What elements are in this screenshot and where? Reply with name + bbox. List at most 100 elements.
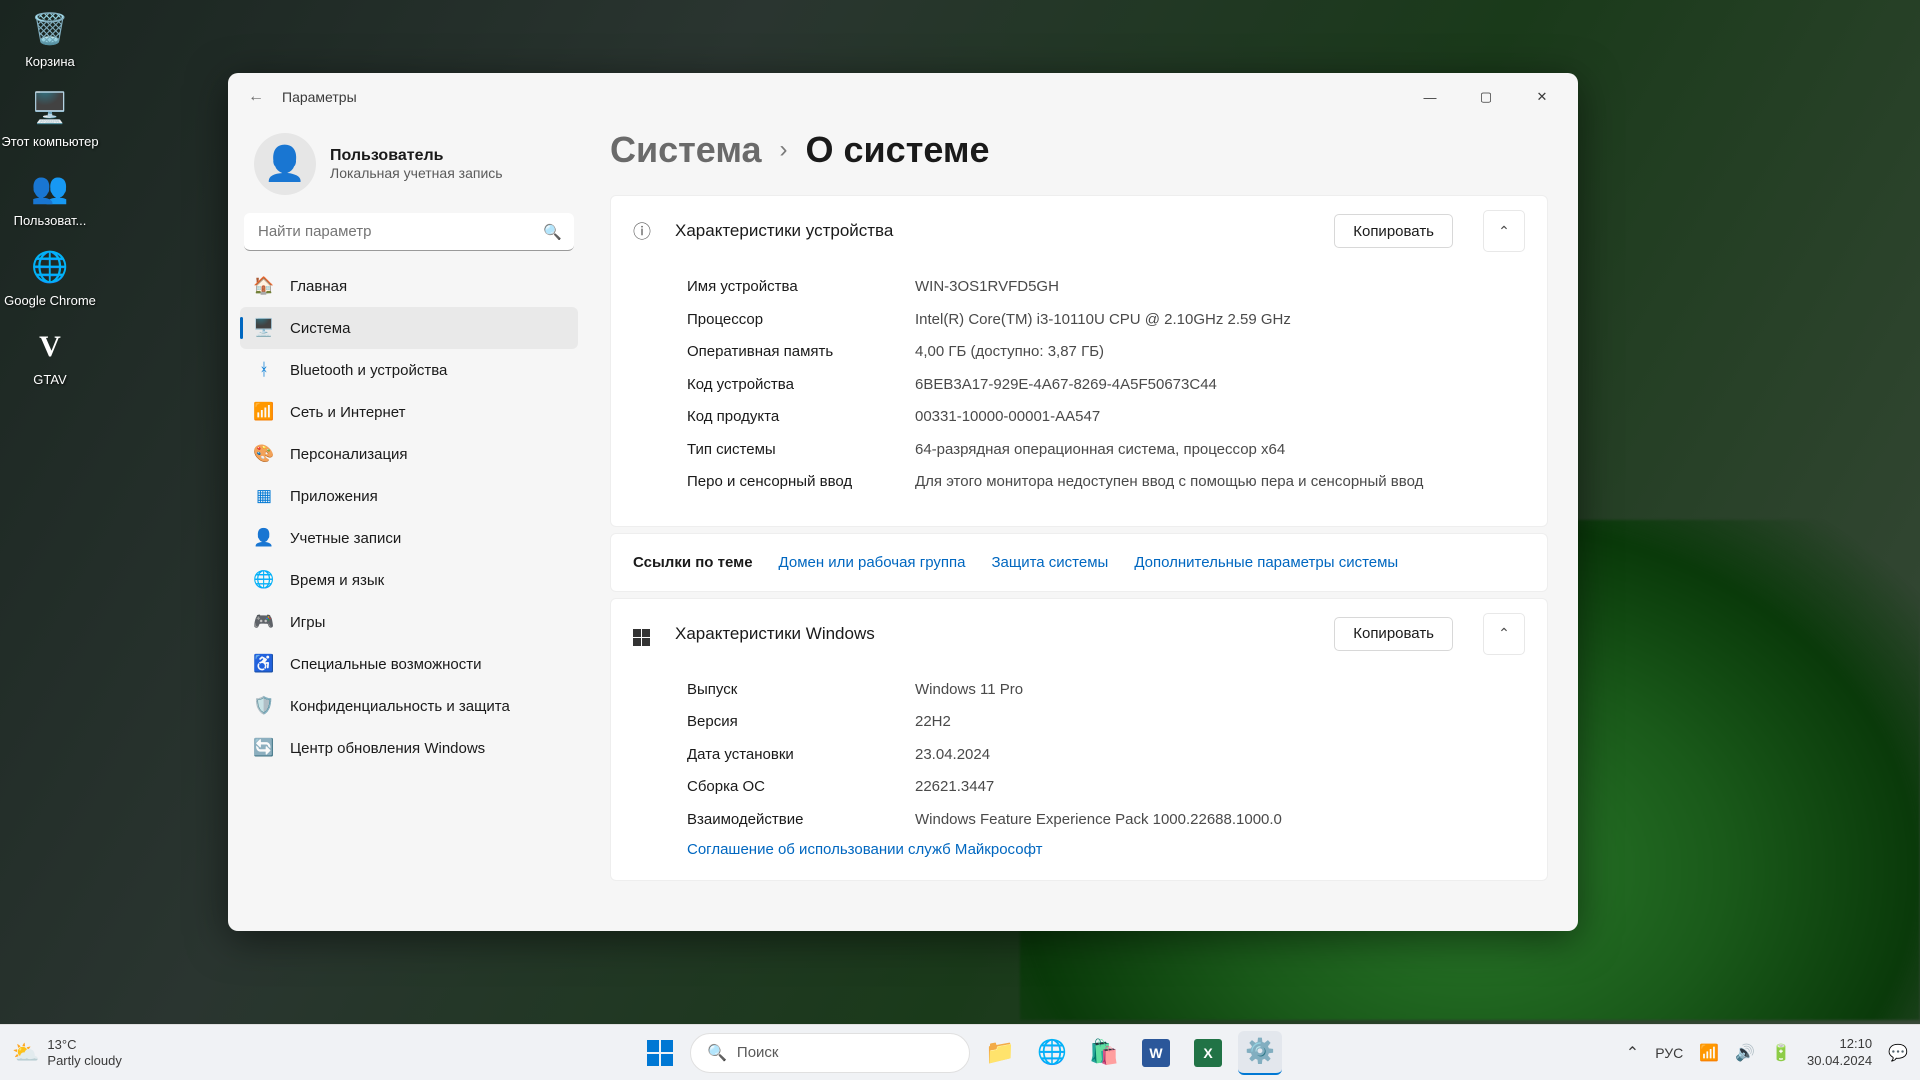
volume-icon[interactable]: 🔊 xyxy=(1735,1043,1755,1063)
sidebar: 👤 Пользователь Локальная учетная запись … xyxy=(228,121,590,931)
desktop-gtav[interactable]: VGTAV xyxy=(0,326,100,388)
nav-personalization[interactable]: 🎨Персонализация xyxy=(240,433,578,475)
desktop-users[interactable]: 👥Пользоват... xyxy=(0,167,100,229)
wifi-icon[interactable]: 📶 xyxy=(1699,1043,1719,1063)
nav-time-lang[interactable]: 🌐Время и язык xyxy=(240,559,578,601)
taskbar-chrome[interactable]: 🌐 xyxy=(1030,1031,1074,1075)
breadcrumb-parent[interactable]: Система xyxy=(610,129,762,171)
desktop-chrome[interactable]: 🌐Google Chrome xyxy=(0,247,100,309)
system-icon: 🖥️ xyxy=(254,318,274,338)
taskbar-search[interactable]: 🔍Поиск xyxy=(690,1033,970,1073)
chevron-up-icon[interactable]: ⌃ xyxy=(1483,613,1525,655)
settings-window: ← Параметры — ▢ ✕ 👤 Пользователь Локальн… xyxy=(228,73,1578,931)
copy-device-button[interactable]: Копировать xyxy=(1334,214,1453,248)
accounts-icon: 👤 xyxy=(254,528,274,548)
weather-temp: 13°C xyxy=(47,1037,121,1053)
spec-row: Тип системы64-разрядная операционная сис… xyxy=(687,439,1525,462)
tray-chevron-icon[interactable]: ⌃ xyxy=(1626,1043,1639,1063)
clock-date: 30.04.2024 xyxy=(1807,1053,1872,1069)
related-links-label: Ссылки по теме xyxy=(633,554,753,571)
link-domain[interactable]: Домен или рабочая группа xyxy=(779,554,966,571)
nav-system[interactable]: 🖥️Система xyxy=(240,307,578,349)
nav-label: Главная xyxy=(290,278,347,295)
card-title: Характеристики устройства xyxy=(675,221,1314,241)
card-title: Характеристики Windows xyxy=(675,624,1314,644)
search-icon: 🔍 xyxy=(543,223,562,241)
close-button[interactable]: ✕ xyxy=(1514,73,1570,121)
spec-value: 22621.3447 xyxy=(915,776,1525,799)
spec-row: Версия22H2 xyxy=(687,711,1525,734)
start-button[interactable] xyxy=(638,1031,682,1075)
desktop-recycle-bin[interactable]: 🗑️ Корзина xyxy=(0,8,100,70)
notifications-icon[interactable]: 💬 xyxy=(1888,1043,1908,1063)
gtav-icon: V xyxy=(29,326,71,368)
spec-row: ПроцессорIntel(R) Core(TM) i3-10110U CPU… xyxy=(687,309,1525,332)
spec-row: Оперативная память4,00 ГБ (доступно: 3,8… xyxy=(687,341,1525,364)
weather-desc: Partly cloudy xyxy=(47,1053,121,1069)
users-folder-icon: 👥 xyxy=(29,167,71,209)
spec-value: 00331-10000-00001-AA547 xyxy=(915,406,1525,429)
spec-row: Сборка ОС22621.3447 xyxy=(687,776,1525,799)
spec-key: Код устройства xyxy=(687,374,915,397)
ms-agreement-link[interactable]: Соглашение об использовании служб Майкро… xyxy=(687,841,1525,858)
nav-label: Учетные записи xyxy=(290,530,401,547)
wifi-icon: 📶 xyxy=(254,402,274,422)
pc-icon: 🖥️ xyxy=(29,88,71,130)
spec-key: Оперативная память xyxy=(687,341,915,364)
spec-value: Windows Feature Experience Pack 1000.226… xyxy=(915,809,1525,832)
nav-gaming[interactable]: 🎮 Игры xyxy=(240,601,578,643)
desktop-label: Корзина xyxy=(0,54,100,70)
copy-windows-button[interactable]: Копировать xyxy=(1334,617,1453,651)
link-system-protection[interactable]: Защита системы xyxy=(991,554,1108,571)
nav-privacy[interactable]: 🛡️ Конфиденциальность и защита xyxy=(240,685,578,727)
clock[interactable]: 12:1030.04.2024 xyxy=(1807,1036,1872,1069)
windows-icon xyxy=(633,621,655,646)
nav-label: Время и язык xyxy=(290,572,384,589)
nav-accounts[interactable]: 👤 Учетные записи xyxy=(240,517,578,559)
battery-icon[interactable]: 🔋 xyxy=(1771,1043,1791,1063)
nav-windows-update[interactable]: 🔄Центр обновления Windows xyxy=(240,727,578,769)
desktop-label: Этот компьютер xyxy=(0,134,100,150)
taskbar-explorer[interactable]: 📁 xyxy=(978,1031,1022,1075)
brush-icon: 🎨 xyxy=(254,444,274,464)
taskbar-settings[interactable]: ⚙️ xyxy=(1238,1031,1282,1075)
spec-key: Выпуск xyxy=(687,679,915,702)
taskbar-store[interactable]: 🛍️ xyxy=(1082,1031,1126,1075)
nav-label: Конфиденциальность и защита xyxy=(290,698,510,715)
back-button[interactable]: ← xyxy=(236,77,276,117)
chevron-up-icon[interactable]: ⌃ xyxy=(1483,210,1525,252)
nav-network[interactable]: 📶 Сеть и Интернет xyxy=(240,391,578,433)
shield-icon: 🛡️ xyxy=(254,696,274,716)
taskbar-center: 🔍Поиск 📁 🌐 🛍️ W X ⚙️ xyxy=(638,1031,1282,1075)
nav-label: Сеть и Интернет xyxy=(290,404,406,421)
spec-value: 4,00 ГБ (доступно: 3,87 ГБ) xyxy=(915,341,1525,364)
spec-key: Код продукта xyxy=(687,406,915,429)
minimize-button[interactable]: — xyxy=(1402,73,1458,121)
nav-apps[interactable]: ▦Приложения xyxy=(240,475,578,517)
maximize-button[interactable]: ▢ xyxy=(1458,73,1514,121)
spec-value: WIN-3OS1RVFD5GH xyxy=(915,276,1525,299)
nav-label: Игры xyxy=(290,614,325,631)
recycle-bin-icon: 🗑️ xyxy=(29,8,71,50)
taskbar: ⛅ 13°CPartly cloudy 🔍Поиск 📁 🌐 🛍️ W X ⚙️… xyxy=(0,1024,1920,1080)
nav-home[interactable]: 🏠Главная xyxy=(240,265,578,307)
weather-widget[interactable]: ⛅ 13°CPartly cloudy xyxy=(12,1037,122,1068)
search-input[interactable] xyxy=(244,213,574,251)
nav-accessibility[interactable]: ♿Специальные возможности xyxy=(240,643,578,685)
taskbar-word[interactable]: W xyxy=(1134,1031,1178,1075)
spec-row: ВыпускWindows 11 Pro xyxy=(687,679,1525,702)
desktop-this-pc[interactable]: 🖥️ Этот компьютер xyxy=(0,88,100,150)
nav-label: Bluetooth и устройства xyxy=(290,362,447,379)
nav-label: Приложения xyxy=(290,488,378,505)
user-block[interactable]: 👤 Пользователь Локальная учетная запись xyxy=(240,121,578,213)
spec-key: Взаимодействие xyxy=(687,809,915,832)
taskbar-excel[interactable]: X xyxy=(1186,1031,1230,1075)
spec-row: Код продукта00331-10000-00001-AA547 xyxy=(687,406,1525,429)
link-advanced-settings[interactable]: Дополнительные параметры системы xyxy=(1134,554,1398,571)
spec-key: Процессор xyxy=(687,309,915,332)
nav-label: Центр обновления Windows xyxy=(290,740,485,757)
tray-language[interactable]: РУС xyxy=(1655,1045,1683,1061)
gamepad-icon: 🎮 xyxy=(254,612,274,632)
nav-bluetooth[interactable]: ᚼBluetooth и устройства xyxy=(240,349,578,391)
spec-value: 6BEB3A17-929E-4A67-8269-4A5F50673C44 xyxy=(915,374,1525,397)
